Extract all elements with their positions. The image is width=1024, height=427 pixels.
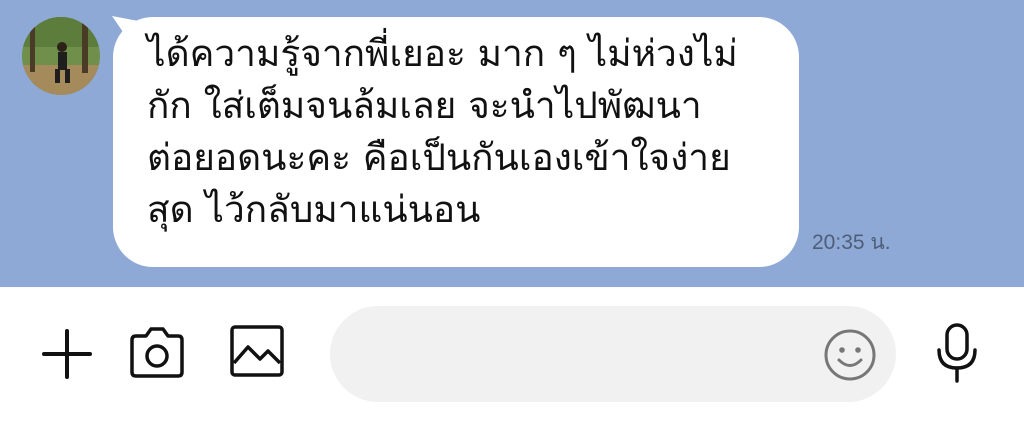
- emoji-icon[interactable]: [823, 328, 877, 382]
- chat-area: ได้ความรู้จากพี่เยอะ มาก ๆ ไม่ห่วงไม่ กั…: [0, 0, 1024, 287]
- image-icon[interactable]: [228, 323, 286, 379]
- camera-icon[interactable]: [128, 324, 186, 380]
- avatar[interactable]: [22, 17, 100, 95]
- microphone-icon[interactable]: [933, 322, 981, 384]
- plus-icon[interactable]: [40, 327, 94, 381]
- message-timestamp: 20:35 น.: [812, 231, 891, 254]
- message-text: ได้ความรู้จากพี่เยอะ มาก ๆ ไม่ห่วงไม่ กั…: [147, 32, 738, 231]
- message-input[interactable]: [330, 306, 896, 402]
